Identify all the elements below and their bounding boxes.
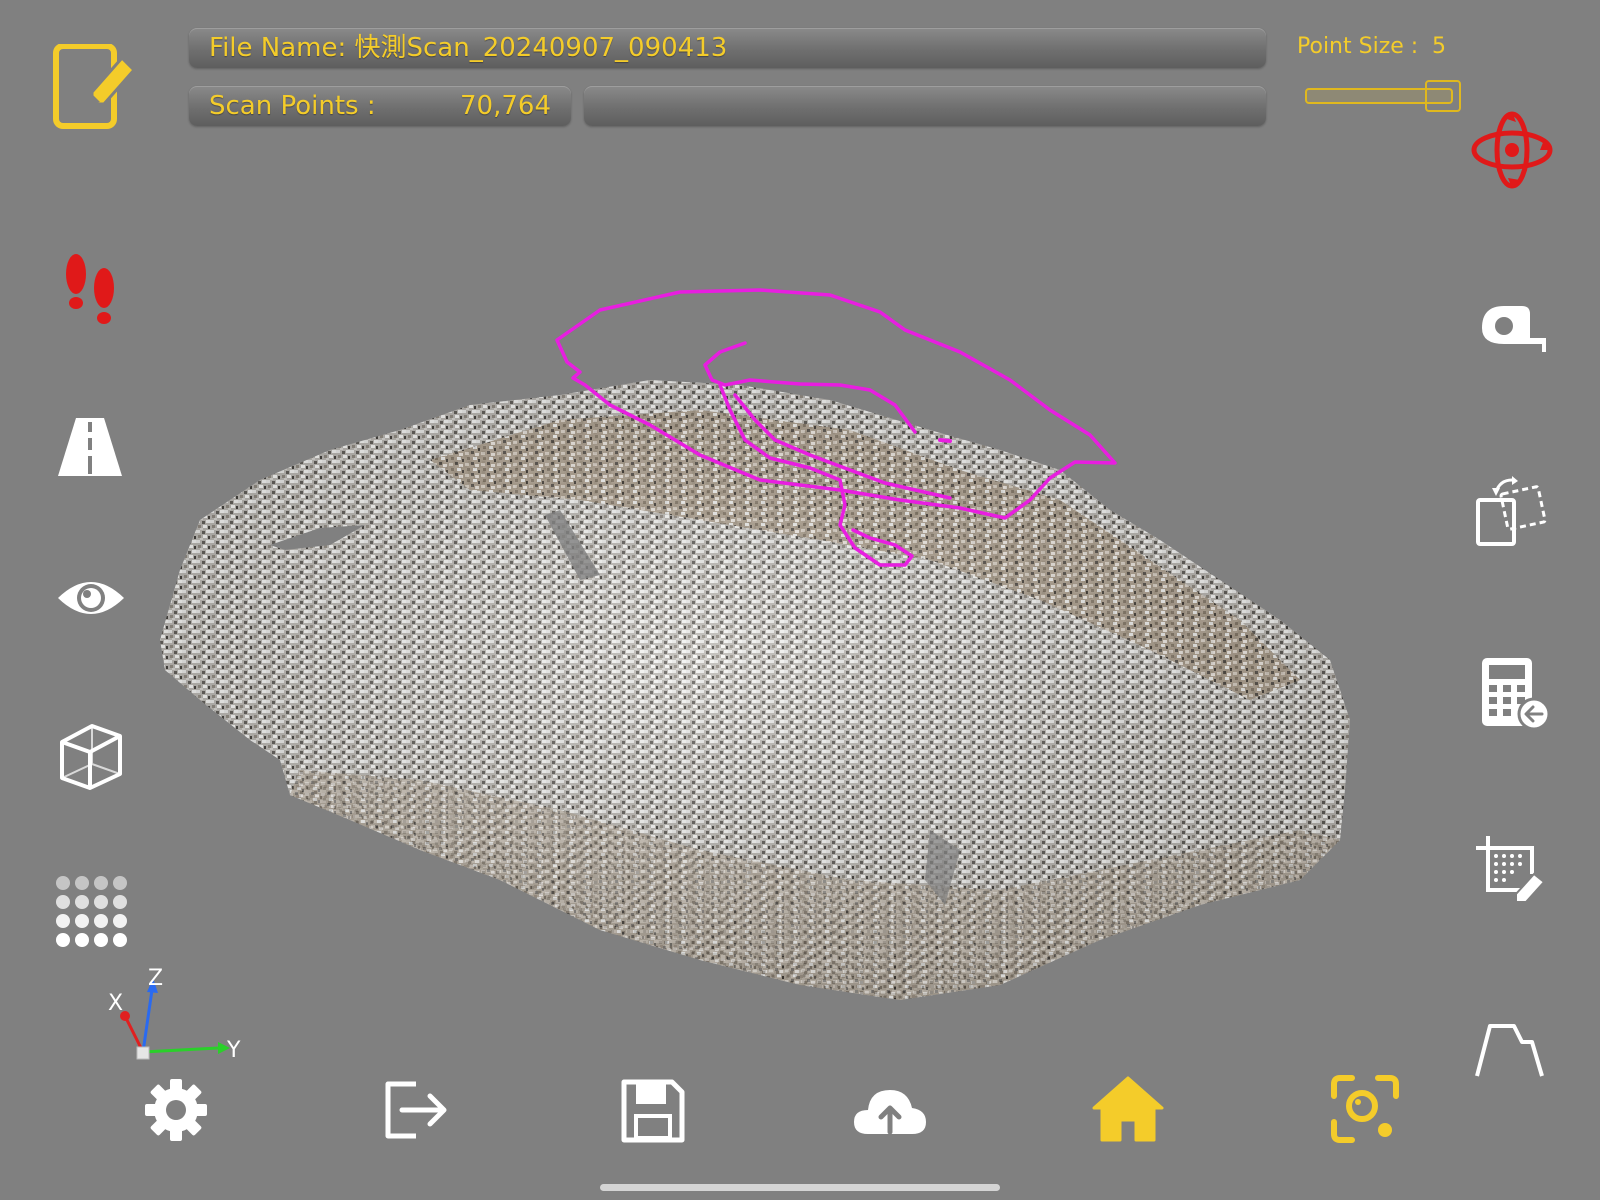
trace-dot bbox=[938, 438, 952, 443]
measure-button[interactable] bbox=[1478, 304, 1548, 356]
scan-points-value: 70,764 bbox=[460, 91, 551, 121]
road-mode-button[interactable] bbox=[56, 416, 124, 478]
crop-area-icon bbox=[1476, 836, 1546, 903]
axis-y-label: Y bbox=[226, 1038, 241, 1063]
save-button[interactable] bbox=[620, 1078, 686, 1144]
point-cloud-viewer: X Y Z File Name: 快測Scan_20240907_090413 … bbox=[0, 0, 1600, 1200]
axis-gizmo: X Y Z bbox=[108, 966, 241, 1063]
walk-mode-button[interactable] bbox=[58, 250, 126, 330]
point-size-value: 5 bbox=[1432, 34, 1446, 59]
exit-icon bbox=[385, 1081, 447, 1139]
gear-icon bbox=[145, 1079, 207, 1141]
scan-points-label: Scan Points : bbox=[209, 91, 376, 121]
point-size-label: Point Size : bbox=[1297, 34, 1419, 59]
axis-x-label: X bbox=[108, 991, 123, 1016]
scan-points-bar: Scan Points : 70,764 bbox=[189, 86, 571, 126]
home-button[interactable] bbox=[1092, 1074, 1164, 1142]
save-icon bbox=[621, 1079, 685, 1143]
scan-capture-icon bbox=[1331, 1075, 1399, 1143]
road-icon bbox=[58, 418, 122, 476]
profile-section-icon bbox=[1475, 1024, 1544, 1077]
eye-icon bbox=[58, 582, 124, 614]
point-size-slider[interactable] bbox=[1305, 80, 1465, 114]
settings-button[interactable] bbox=[144, 1078, 208, 1142]
transform-copy-icon bbox=[1476, 476, 1547, 546]
visibility-button[interactable] bbox=[56, 574, 126, 622]
scan-capture-button[interactable] bbox=[1330, 1074, 1400, 1144]
cube-wireframe-icon bbox=[60, 724, 122, 790]
edit-button[interactable] bbox=[52, 43, 138, 130]
crop-area-button[interactable] bbox=[1474, 834, 1548, 904]
point-cloud-shading bbox=[160, 380, 1350, 1000]
cloud-upload-icon bbox=[854, 1090, 926, 1135]
point-size-slider-thumb[interactable] bbox=[1425, 80, 1461, 112]
edit-icon bbox=[53, 43, 137, 129]
file-name-label: File Name: 快測Scan_20240907_090413 bbox=[209, 33, 728, 63]
home-icon bbox=[1092, 1076, 1164, 1142]
file-name-bar: File Name: 快測Scan_20240907_090413 bbox=[189, 28, 1266, 68]
point-display-button[interactable] bbox=[54, 874, 128, 948]
exit-button[interactable] bbox=[382, 1078, 452, 1142]
point-grid-icon bbox=[56, 876, 127, 947]
home-indicator[interactable] bbox=[600, 1184, 1000, 1191]
orbit-rotate-button[interactable] bbox=[1470, 110, 1554, 190]
bounding-box-button[interactable] bbox=[58, 722, 124, 790]
status-bar bbox=[584, 86, 1266, 126]
axis-z-label: Z bbox=[148, 966, 163, 991]
profile-section-button[interactable] bbox=[1474, 1022, 1546, 1078]
calculator-button[interactable] bbox=[1480, 656, 1552, 732]
tape-measure-icon bbox=[1482, 306, 1546, 352]
transform-button[interactable] bbox=[1476, 476, 1548, 546]
orbit-rotate-icon bbox=[1471, 111, 1553, 189]
footsteps-icon bbox=[66, 254, 114, 324]
point-cloud-viewport[interactable]: X Y Z bbox=[0, 0, 1600, 1200]
cloud-upload-button[interactable] bbox=[852, 1086, 928, 1136]
calculator-icon bbox=[1482, 658, 1551, 731]
